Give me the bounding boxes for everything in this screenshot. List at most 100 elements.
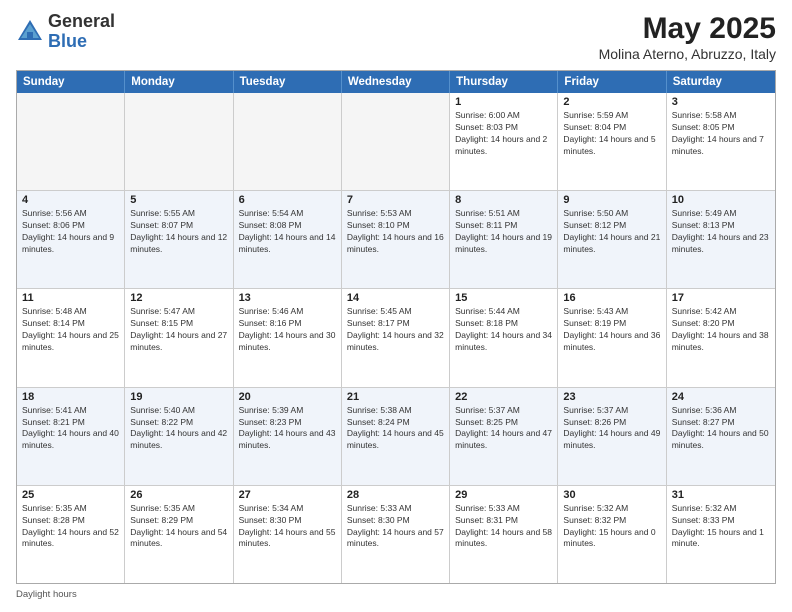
day-info: Sunrise: 5:45 AMSunset: 8:17 PMDaylight:… <box>347 306 444 354</box>
day-number: 4 <box>22 194 119 206</box>
day-number: 15 <box>455 292 552 304</box>
day-info: Sunrise: 5:50 AMSunset: 8:12 PMDaylight:… <box>563 208 660 256</box>
logo-general-text: General <box>48 11 115 31</box>
empty-cell <box>17 93 125 190</box>
day-cell-24: 24 Sunrise: 5:36 AMSunset: 8:27 PMDayligh… <box>667 388 775 485</box>
day-number: 25 <box>22 489 119 501</box>
logo-blue-text: Blue <box>48 31 87 51</box>
day-cell-11: 11Sunrise: 5:48 AMSunset: 8:14 PMDayligh… <box>17 289 125 386</box>
day-cell-2: 2 Sunrise: 5:59 AMSunset: 8:04 PMDaylight… <box>558 93 666 190</box>
logo-text: General Blue <box>48 12 115 52</box>
day-info: Sunrise: 5:59 AMSunset: 8:04 PMDaylight:… <box>563 110 660 158</box>
day-info: Sunrise: 5:53 AMSunset: 8:10 PMDaylight:… <box>347 208 444 256</box>
day-number: 14 <box>347 292 444 304</box>
day-cell-21: 21 Sunrise: 5:38 AMSunset: 8:24 PMDayligh… <box>342 388 450 485</box>
day-info: Sunrise: 5:32 AMSunset: 8:33 PMDaylight:… <box>672 503 770 551</box>
day-cell-3: 3Sunrise: 5:58 AMSunset: 8:05 PMDaylight… <box>667 93 775 190</box>
day-info: Sunrise: 5:39 AMSunset: 8:23 PMDaylight:… <box>239 405 336 453</box>
day-info: Sunrise: 5:51 AMSunset: 8:11 PMDaylight:… <box>455 208 552 256</box>
day-number: 18 <box>22 391 119 403</box>
day-info: Sunrise: 5:35 AMSunset: 8:29 PMDaylight:… <box>130 503 227 551</box>
day-info: Sunrise: 5:34 AMSunset: 8:30 PMDaylight:… <box>239 503 336 551</box>
page: General Blue May 2025 Molina Aterno, Abr… <box>0 0 792 612</box>
day-number: 22 <box>455 391 552 403</box>
day-number: 28 <box>347 489 444 501</box>
day-cell-27: 27 Sunrise: 5:34 AMSunset: 8:30 PMDayligh… <box>234 486 342 583</box>
day-info: Sunrise: 5:33 AMSunset: 8:31 PMDaylight:… <box>455 503 552 551</box>
day-cell-30: 30Sunrise: 5:32 AMSunset: 8:32 PMDayligh… <box>558 486 666 583</box>
footer-note: Daylight hours <box>16 589 776 600</box>
day-number: 29 <box>455 489 552 501</box>
day-cell-6: 6 Sunrise: 5:54 AMSunset: 8:08 PMDaylight… <box>234 191 342 288</box>
calendar-header: SundayMondayTuesdayWednesdayThursdayFrid… <box>17 71 775 93</box>
day-cell-22: 22 Sunrise: 5:37 AMSunset: 8:25 PMDayligh… <box>450 388 558 485</box>
day-number: 12 <box>130 292 227 304</box>
day-cell-18: 18Sunrise: 5:41 AMSunset: 8:21 PMDayligh… <box>17 388 125 485</box>
day-cell-4: 4 Sunrise: 5:56 AMSunset: 8:06 PMDaylight… <box>17 191 125 288</box>
day-number: 27 <box>239 489 336 501</box>
calendar-body: 1 Sunrise: 6:00 AMSunset: 8:03 PMDaylight… <box>17 93 775 583</box>
day-info: Sunrise: 5:32 AMSunset: 8:32 PMDaylight:… <box>563 503 660 551</box>
day-number: 10 <box>672 194 770 206</box>
day-number: 23 <box>563 391 660 403</box>
day-number: 2 <box>563 96 660 108</box>
day-info: Sunrise: 5:37 AMSunset: 8:25 PMDaylight:… <box>455 405 552 453</box>
day-cell-10: 10 Sunrise: 5:49 AMSunset: 8:13 PMDayligh… <box>667 191 775 288</box>
day-number: 20 <box>239 391 336 403</box>
empty-cell <box>342 93 450 190</box>
day-number: 24 <box>672 391 770 403</box>
day-info: Sunrise: 5:46 AMSunset: 8:16 PMDaylight:… <box>239 306 336 354</box>
day-number: 21 <box>347 391 444 403</box>
day-cell-5: 5Sunrise: 5:55 AMSunset: 8:07 PMDaylight… <box>125 191 233 288</box>
calendar-row-4: 25Sunrise: 5:35 AMSunset: 8:28 PMDayligh… <box>17 485 775 583</box>
day-cell-26: 26Sunrise: 5:35 AMSunset: 8:29 PMDayligh… <box>125 486 233 583</box>
day-cell-20: 20 Sunrise: 5:39 AMSunset: 8:23 PMDayligh… <box>234 388 342 485</box>
day-number: 8 <box>455 194 552 206</box>
calendar: SundayMondayTuesdayWednesdayThursdayFrid… <box>16 70 776 584</box>
day-info: Sunrise: 5:43 AMSunset: 8:19 PMDaylight:… <box>563 306 660 354</box>
day-info: Sunrise: 5:37 AMSunset: 8:26 PMDaylight:… <box>563 405 660 453</box>
day-info: Sunrise: 5:48 AMSunset: 8:14 PMDaylight:… <box>22 306 119 354</box>
day-cell-1: 1 Sunrise: 6:00 AMSunset: 8:03 PMDaylight… <box>450 93 558 190</box>
day-cell-31: 31 Sunrise: 5:32 AMSunset: 8:33 PMDayligh… <box>667 486 775 583</box>
day-info: Sunrise: 5:47 AMSunset: 8:15 PMDaylight:… <box>130 306 227 354</box>
day-cell-16: 16Sunrise: 5:43 AMSunset: 8:19 PMDayligh… <box>558 289 666 386</box>
calendar-row-0: 1 Sunrise: 6:00 AMSunset: 8:03 PMDaylight… <box>17 93 775 190</box>
day-info: Sunrise: 6:00 AMSunset: 8:03 PMDaylight:… <box>455 110 552 158</box>
day-info: Sunrise: 5:49 AMSunset: 8:13 PMDaylight:… <box>672 208 770 256</box>
day-info: Sunrise: 5:38 AMSunset: 8:24 PMDaylight:… <box>347 405 444 453</box>
month-title: May 2025 <box>599 12 776 46</box>
title-block: May 2025 Molina Aterno, Abruzzo, Italy <box>599 12 776 62</box>
empty-cell <box>234 93 342 190</box>
day-info: Sunrise: 5:40 AMSunset: 8:22 PMDaylight:… <box>130 405 227 453</box>
day-info: Sunrise: 5:55 AMSunset: 8:07 PMDaylight:… <box>130 208 227 256</box>
day-cell-25: 25Sunrise: 5:35 AMSunset: 8:28 PMDayligh… <box>17 486 125 583</box>
header: General Blue May 2025 Molina Aterno, Abr… <box>16 12 776 62</box>
day-cell-23: 23 Sunrise: 5:37 AMSunset: 8:26 PMDayligh… <box>558 388 666 485</box>
day-number: 9 <box>563 194 660 206</box>
day-number: 6 <box>239 194 336 206</box>
day-cell-28: 28Sunrise: 5:33 AMSunset: 8:30 PMDayligh… <box>342 486 450 583</box>
header-day-wednesday: Wednesday <box>342 71 450 93</box>
day-info: Sunrise: 5:54 AMSunset: 8:08 PMDaylight:… <box>239 208 336 256</box>
calendar-row-2: 11Sunrise: 5:48 AMSunset: 8:14 PMDayligh… <box>17 288 775 386</box>
day-number: 7 <box>347 194 444 206</box>
header-day-monday: Monday <box>125 71 233 93</box>
logo: General Blue <box>16 12 115 52</box>
day-cell-14: 14 Sunrise: 5:45 AMSunset: 8:17 PMDayligh… <box>342 289 450 386</box>
logo-icon <box>16 18 44 46</box>
day-info: Sunrise: 5:36 AMSunset: 8:27 PMDaylight:… <box>672 405 770 453</box>
header-day-tuesday: Tuesday <box>234 71 342 93</box>
day-cell-8: 8 Sunrise: 5:51 AMSunset: 8:11 PMDaylight… <box>450 191 558 288</box>
calendar-row-1: 4 Sunrise: 5:56 AMSunset: 8:06 PMDaylight… <box>17 190 775 288</box>
day-number: 1 <box>455 96 552 108</box>
day-info: Sunrise: 5:42 AMSunset: 8:20 PMDaylight:… <box>672 306 770 354</box>
day-number: 3 <box>672 96 770 108</box>
header-day-thursday: Thursday <box>450 71 558 93</box>
location: Molina Aterno, Abruzzo, Italy <box>599 46 776 62</box>
day-info: Sunrise: 5:56 AMSunset: 8:06 PMDaylight:… <box>22 208 119 256</box>
header-day-saturday: Saturday <box>667 71 775 93</box>
day-number: 31 <box>672 489 770 501</box>
day-number: 19 <box>130 391 227 403</box>
empty-cell <box>125 93 233 190</box>
